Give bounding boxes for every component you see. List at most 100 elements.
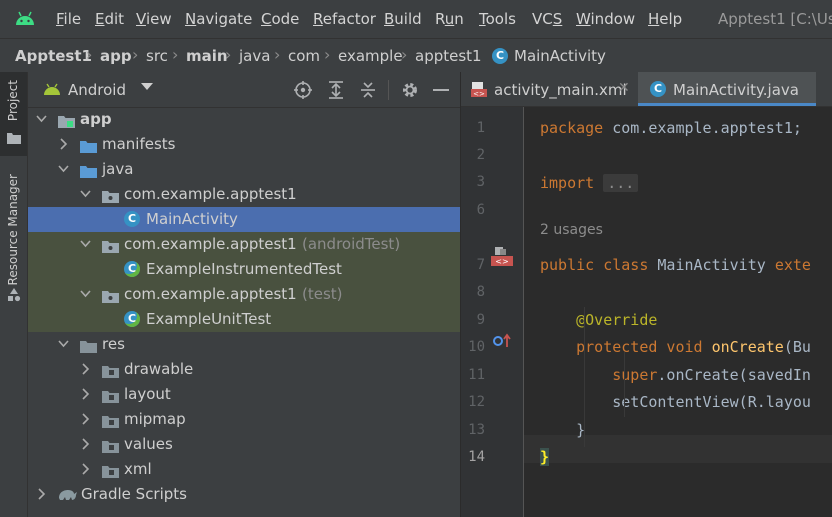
tool-window-stripe: Project Resource Manager (0, 72, 28, 517)
tree-item-folder[interactable]: java (28, 157, 460, 182)
line-number: 12 (468, 394, 485, 410)
breadcrumb-item[interactable]: com (288, 47, 320, 65)
indent-guide (584, 307, 585, 447)
xml-file-icon: <> (471, 82, 487, 97)
tab-label: activity_main.xml (494, 81, 627, 99)
tree-item-gradle[interactable]: Gradle Scripts (28, 482, 460, 507)
breadcrumb-item[interactable]: Apptest1 (15, 47, 92, 65)
tree-item-folder[interactable]: manifests (28, 132, 460, 157)
tree-item-label: app (80, 110, 112, 128)
project-tab-label: Project (6, 80, 20, 122)
class-icon: C (650, 81, 666, 97)
menu-navigate[interactable]: Navigate (185, 10, 252, 28)
class-icon: C (492, 48, 508, 64)
tree-item-folder[interactable]: res (28, 332, 460, 357)
folder-icon (80, 338, 97, 353)
tab-activity-main-xml[interactable]: <> activity_main.xml ✕ (461, 72, 637, 106)
breadcrumb-item[interactable]: MainActivity (514, 47, 606, 65)
chevron-down-icon[interactable] (80, 286, 91, 302)
resource-manager-tab-label: Resource Manager (6, 174, 20, 286)
folder-icon (102, 388, 119, 403)
code-editor[interactable]: package com.example.apptest1; import ... p… (524, 107, 832, 517)
chevron-right-icon[interactable] (80, 411, 90, 427)
chevron-down-icon[interactable] (80, 236, 91, 252)
line-number: 1 (476, 120, 485, 136)
line-number: 9 (476, 312, 485, 328)
menu-tools[interactable]: Tools (479, 10, 516, 28)
layout-link-icon[interactable]: <> (491, 247, 513, 271)
line-number: 3 (476, 174, 485, 190)
chevron-down-icon[interactable] (36, 111, 47, 127)
menu-edit[interactable]: Edit (95, 10, 124, 28)
folder-icon (80, 163, 97, 178)
menu-code[interactable]: Code (261, 10, 299, 28)
menu-file[interactable]: File (56, 10, 81, 28)
code-line: package com.example.apptest1; (540, 119, 802, 137)
line-number: 11 (468, 367, 485, 383)
project-tool-tab[interactable]: Project (0, 72, 27, 156)
breadcrumb-item[interactable]: main (186, 47, 228, 65)
folder-icon (102, 463, 119, 478)
tab-mainactivity-java[interactable]: C MainActivity.java (638, 72, 816, 106)
chevron-right-icon[interactable] (80, 436, 90, 452)
chevron-down-icon[interactable] (58, 161, 69, 177)
breadcrumb-item[interactable]: apptest1 (415, 47, 482, 65)
expand-all-icon[interactable] (328, 81, 344, 99)
chevron-right-icon[interactable] (80, 386, 90, 402)
breadcrumb-item[interactable]: example (338, 47, 403, 65)
tree-item-folder[interactable]: xml (28, 457, 460, 482)
chevron-right-icon[interactable] (80, 361, 90, 377)
tree-item-module[interactable]: app (28, 107, 460, 132)
tree-item-testclass[interactable]: C ExampleInstrumentedTest (28, 257, 460, 282)
collapse-all-icon[interactable] (360, 81, 376, 99)
usages-inlay-hint[interactable]: 2 usages (540, 222, 603, 238)
tree-item-package[interactable]: com.example.apptest1 (androidTest) (28, 232, 460, 257)
menu-window[interactable]: Window (576, 10, 635, 28)
view-mode-dropdown-icon[interactable] (141, 83, 153, 90)
tree-item-class[interactable]: C MainActivity (28, 207, 460, 232)
menu-refactor[interactable]: Refactor (313, 10, 376, 28)
chevron-down-icon[interactable] (58, 336, 69, 352)
code-line: } (540, 448, 550, 466)
gear-icon[interactable] (401, 81, 419, 99)
project-panel: Android app manifests java com.example.appt… (28, 72, 461, 517)
tree-item-label: com.example.apptest1 (124, 235, 297, 253)
menu-help[interactable]: Help (648, 10, 682, 28)
package-icon (102, 288, 119, 303)
tree-item-folder[interactable]: drawable (28, 357, 460, 382)
chevron-right-icon[interactable] (80, 461, 90, 477)
chevron-right-icon[interactable] (36, 486, 46, 502)
minimize-icon[interactable] (433, 89, 449, 91)
package-icon (102, 188, 119, 203)
menu-view[interactable]: View (136, 10, 172, 28)
close-tab-icon[interactable]: ✕ (618, 80, 630, 96)
breadcrumb: Apptest1 › app › src › main › java › com › example › a… (0, 38, 832, 74)
chevron-right-icon[interactable] (58, 136, 68, 152)
tree-item-folder[interactable]: values (28, 432, 460, 457)
breadcrumb-item[interactable]: src (146, 47, 168, 65)
breadcrumb-item[interactable]: app (100, 47, 132, 65)
menu-build[interactable]: Build (384, 10, 422, 28)
menu-vcs[interactable]: VCS (532, 10, 562, 28)
tree-item-label: ExampleInstrumentedTest (146, 260, 342, 278)
tree-item-testclass[interactable]: C ExampleUnitTest (28, 307, 460, 332)
view-mode-selector[interactable]: Android (68, 81, 126, 99)
chevron-down-icon[interactable] (80, 186, 91, 202)
current-line-highlight (524, 435, 832, 463)
project-panel-header: Android (28, 72, 460, 108)
override-marker-icon[interactable] (493, 333, 513, 353)
editor-tab-bar: <> activity_main.xml ✕ C MainActivity.ja… (461, 72, 832, 107)
tree-item-package[interactable]: com.example.apptest1 (test) (28, 282, 460, 307)
folder-icon (80, 138, 97, 153)
tab-label: MainActivity.java (673, 81, 799, 99)
tree-item-folder[interactable]: layout (28, 382, 460, 407)
menu-bar: File Edit View Navigate Code Refactor Build Run… (0, 0, 832, 38)
line-number: 2 (476, 147, 485, 163)
resource-manager-tool-tab[interactable]: Resource Manager (0, 168, 27, 318)
breadcrumb-item[interactable]: java (239, 47, 270, 65)
menu-run[interactable]: Run (435, 10, 464, 28)
tree-item-folder[interactable]: mipmap (28, 407, 460, 432)
tree-item-package[interactable]: com.example.apptest1 (28, 182, 460, 207)
tree-item-label: MainActivity (146, 210, 238, 228)
select-opened-file-icon[interactable] (294, 81, 312, 99)
